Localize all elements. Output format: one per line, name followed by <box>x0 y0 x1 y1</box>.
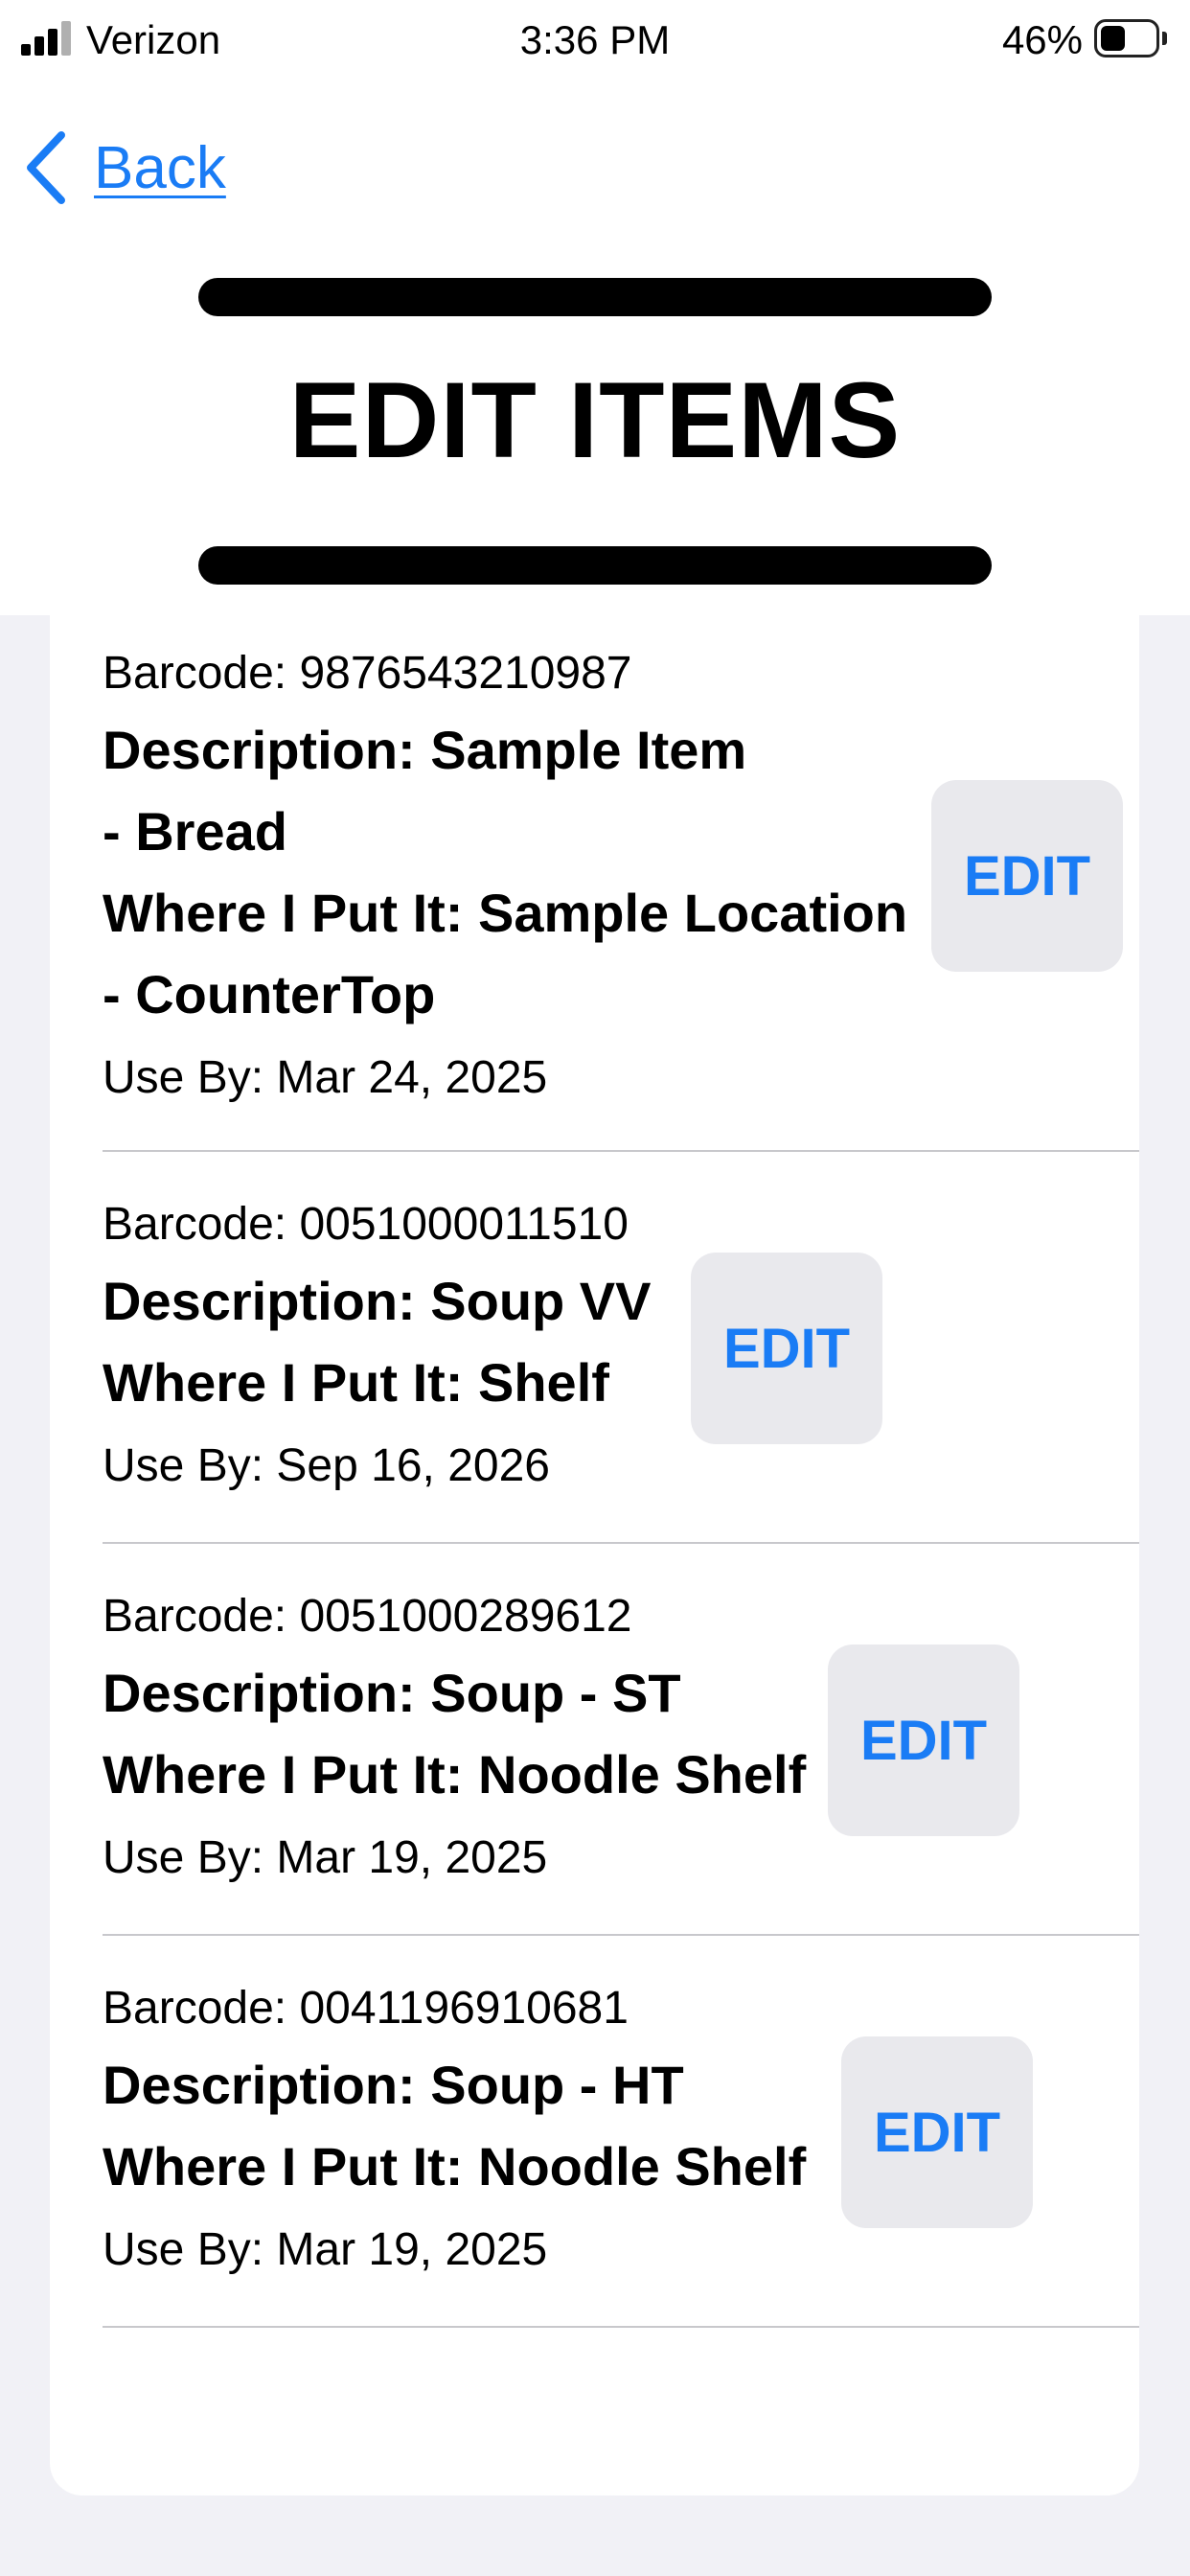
item-description: Description: Soup - HT <box>103 2055 684 2115</box>
item-description: Description: Sample Item <box>103 720 747 780</box>
item-row: Barcode: 0051000011510 Description: Soup… <box>103 1152 1139 1544</box>
edit-button[interactable]: EDIT <box>841 2036 1033 2228</box>
item-barcode: Barcode: 0051000011510 <box>103 1199 629 1250</box>
battery-level <box>1101 26 1125 51</box>
battery-percent: 46% <box>1001 17 1083 62</box>
item-use-by: Use By: Sep 16, 2026 <box>103 1440 550 1491</box>
item-use-by: Use By: Mar 19, 2025 <box>103 2224 548 2275</box>
page-title: EDIT ITEMS <box>288 360 902 480</box>
item-row: Barcode: 0051000289612 Description: Soup… <box>103 1544 1139 1936</box>
back-button[interactable]: Back <box>25 125 226 211</box>
item-location: Where I Put It: Noodle Shelf <box>103 2136 807 2196</box>
item-location-cont: - CounterTop <box>103 964 436 1024</box>
item-location: Where I Put It: Noodle Shelf <box>103 1744 807 1805</box>
item-description-cont: - Bread <box>103 801 287 862</box>
title-divider-bottom <box>198 546 992 585</box>
item-location: Where I Put It: Shelf <box>103 1352 609 1413</box>
header: Back EDIT ITEMS <box>0 80 1190 615</box>
item-list: Barcode: 9876543210987 Description: Samp… <box>50 615 1139 2496</box>
item-description: Description: Soup - ST <box>103 1663 681 1723</box>
item-description: Description: Soup VV <box>103 1271 652 1331</box>
battery-icon <box>1094 19 1167 58</box>
item-location: Where I Put It: Sample Location <box>103 883 908 943</box>
edit-button[interactable]: EDIT <box>828 1644 1019 1836</box>
item-row: Barcode: 0041196910681 Description: Soup… <box>103 1936 1139 2328</box>
item-barcode: Barcode: 9876543210987 <box>103 648 632 699</box>
item-use-by: Use By: Mar 19, 2025 <box>103 1832 548 1883</box>
item-row: Barcode: 9876543210987 Description: Samp… <box>103 615 1139 1152</box>
chevron-left-icon <box>27 131 65 204</box>
back-label: Back <box>94 134 226 201</box>
status-bar: Verizon 3:36 PM 46% <box>0 0 1190 80</box>
item-use-by: Use By: Mar 24, 2025 <box>103 1052 548 1103</box>
title-divider-top <box>198 278 992 316</box>
edit-button[interactable]: EDIT <box>691 1253 882 1444</box>
edit-button[interactable]: EDIT <box>931 780 1123 972</box>
item-barcode: Barcode: 0041196910681 <box>103 1983 629 2034</box>
item-barcode: Barcode: 0051000289612 <box>103 1591 632 1642</box>
